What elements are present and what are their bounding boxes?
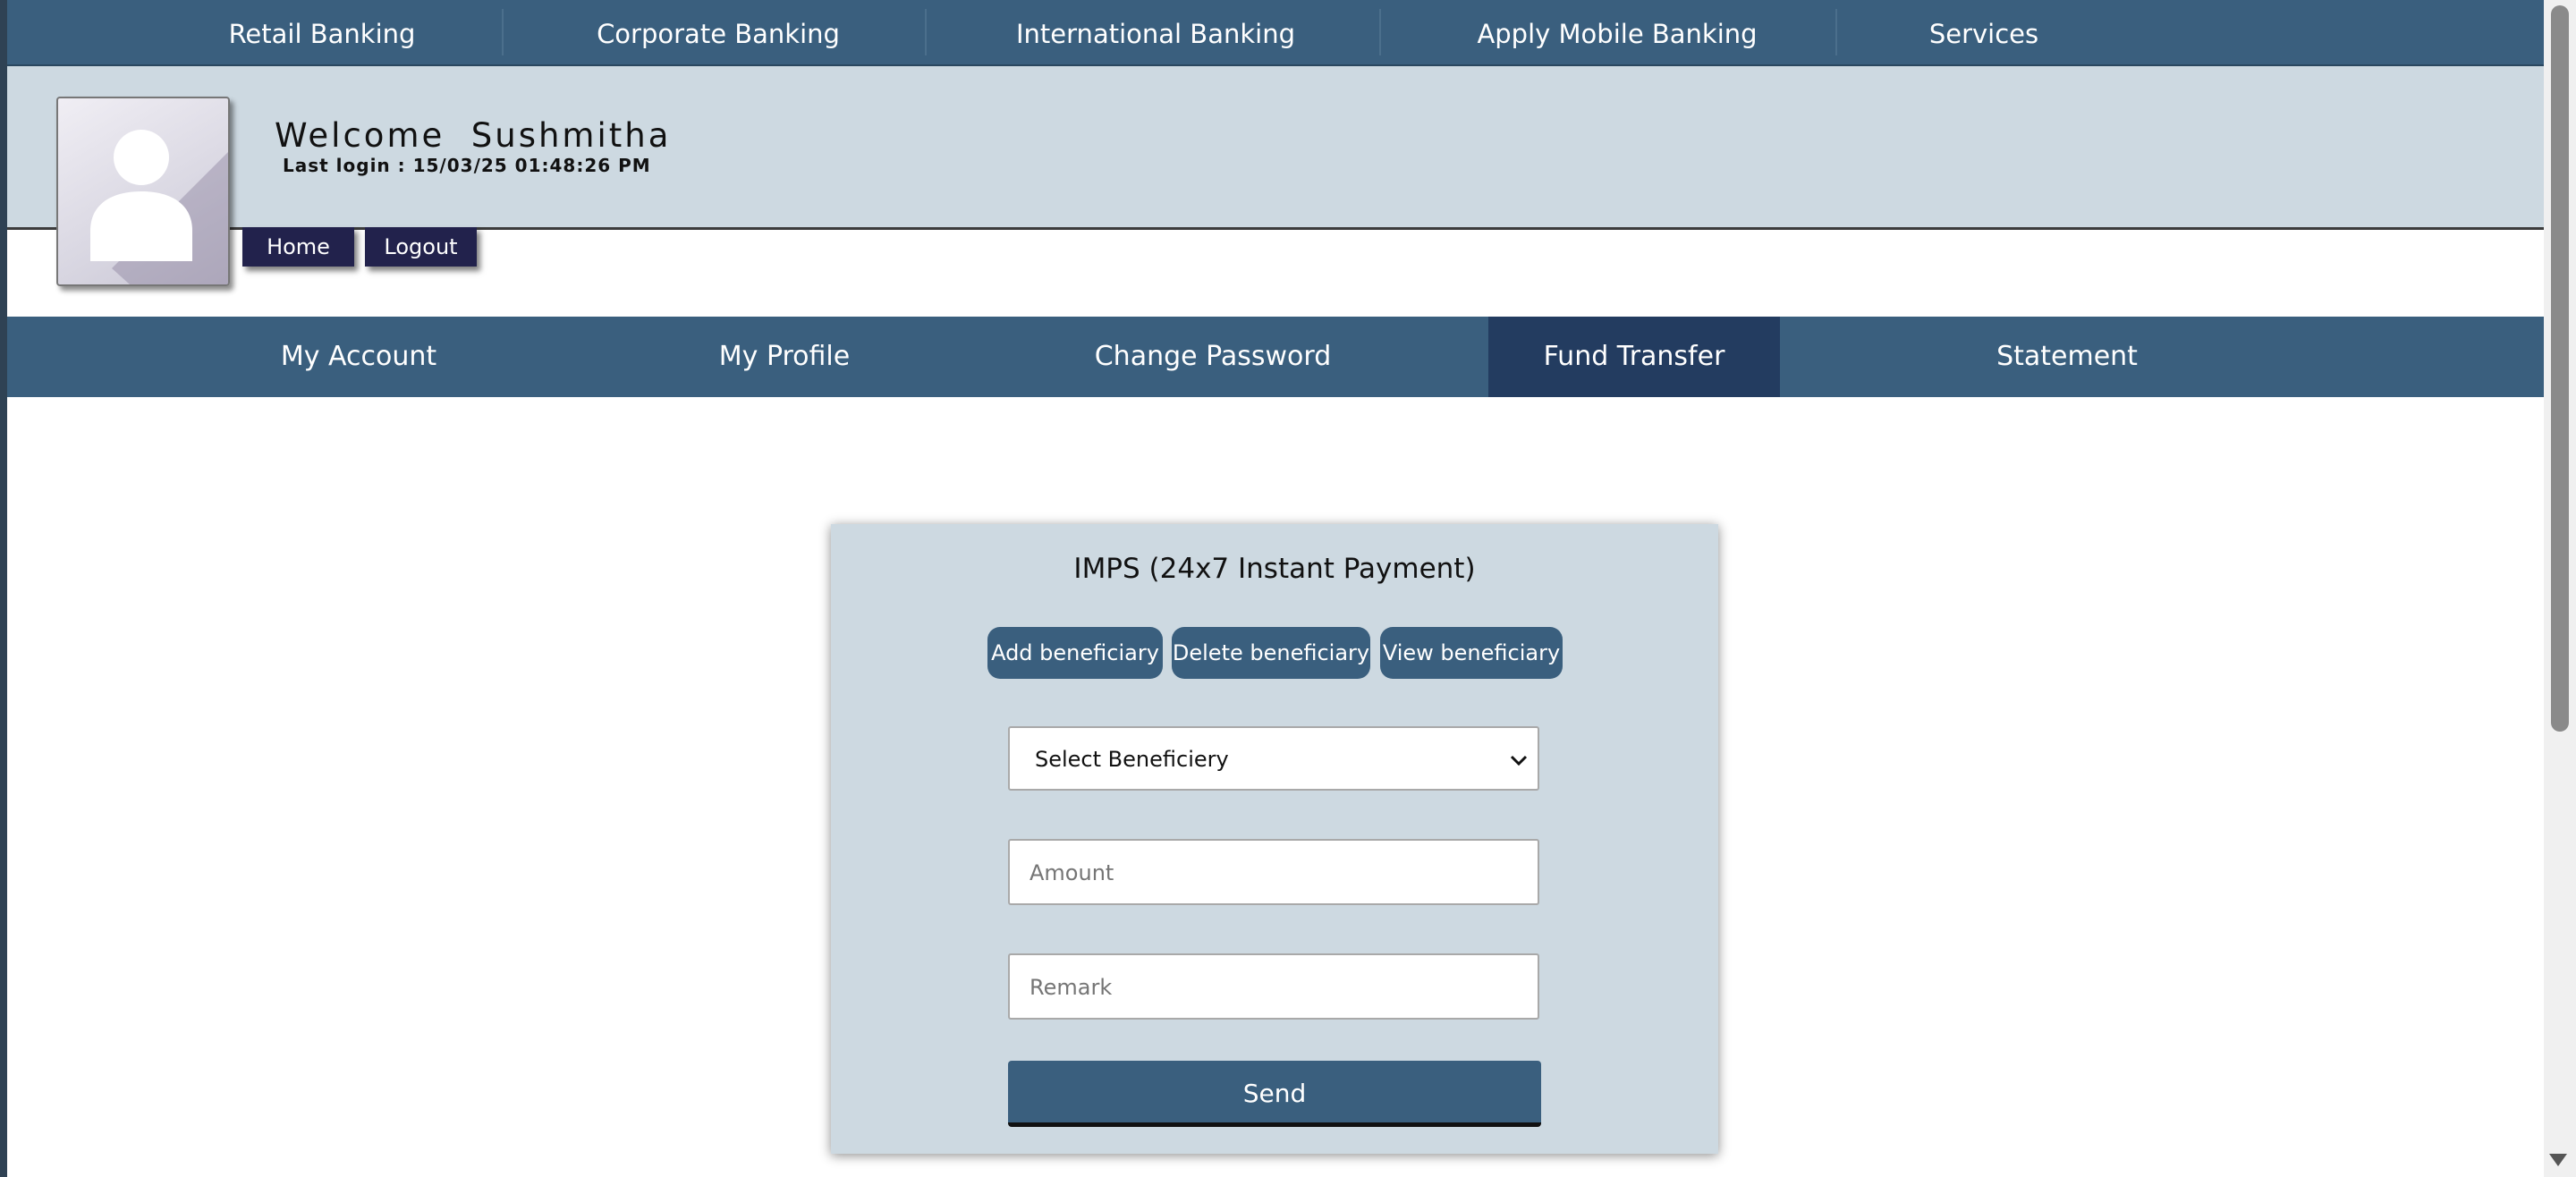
- form-title: IMPS (24x7 Instant Payment): [1073, 553, 1476, 585]
- beneficiary-select[interactable]: Select Beneficiery: [1008, 726, 1539, 791]
- tab-fund-transfer[interactable]: Fund Transfer: [1488, 317, 1780, 397]
- view-beneficiary-button[interactable]: View beneficiary: [1380, 627, 1563, 679]
- nav-divider: [1835, 9, 1837, 55]
- logout-button[interactable]: Logout: [365, 227, 477, 267]
- last-login-text: Last login : 15/03/25 01:48:26 PM: [283, 155, 651, 176]
- user-silhouette-icon: [90, 130, 228, 284]
- amount-input[interactable]: Amount: [1008, 839, 1539, 905]
- scrollbar-thumb[interactable]: [2551, 5, 2569, 732]
- nav-divider: [925, 9, 927, 55]
- add-beneficiary-button[interactable]: Add beneficiary: [987, 627, 1163, 679]
- remark-input[interactable]: Remark: [1008, 953, 1539, 1020]
- chevron-down-icon: [1510, 755, 1528, 766]
- top-nav-apply-mobile-banking[interactable]: Apply Mobile Banking: [1443, 0, 1792, 64]
- imps-form-card: IMPS (24x7 Instant Payment) Add benefici…: [831, 524, 1718, 1154]
- welcome-message: Welcome Sushmitha: [275, 116, 672, 155]
- tab-statement[interactable]: Statement: [1921, 317, 2213, 397]
- tab-change-password[interactable]: Change Password: [1052, 317, 1374, 397]
- home-button[interactable]: Home: [242, 227, 354, 267]
- account-navigation: My Account My Profile Change Password Fu…: [7, 317, 2544, 397]
- top-navigation: Retail Banking Corporate Banking Interna…: [7, 0, 2544, 66]
- top-nav-retail-banking[interactable]: Retail Banking: [186, 0, 458, 64]
- remark-placeholder: Remark: [1030, 975, 1113, 1000]
- vertical-scrollbar[interactable]: [2544, 0, 2576, 1177]
- tab-my-profile[interactable]: My Profile: [639, 317, 930, 397]
- tab-my-account[interactable]: My Account: [213, 317, 504, 397]
- send-button[interactable]: Send: [1008, 1061, 1541, 1127]
- nav-divider: [502, 9, 504, 55]
- beneficiary-select-value: Select Beneficiery: [1035, 747, 1229, 772]
- nav-divider: [1379, 9, 1381, 55]
- top-nav-corporate-banking[interactable]: Corporate Banking: [571, 0, 866, 64]
- delete-beneficiary-button[interactable]: Delete beneficiary: [1172, 627, 1370, 679]
- top-nav-international-banking[interactable]: International Banking: [996, 0, 1316, 64]
- amount-placeholder: Amount: [1030, 860, 1114, 885]
- scroll-down-arrow-icon[interactable]: [2549, 1154, 2567, 1166]
- avatar: [56, 97, 230, 286]
- window-left-edge: [0, 0, 7, 1177]
- top-nav-services[interactable]: Services: [1921, 0, 2046, 64]
